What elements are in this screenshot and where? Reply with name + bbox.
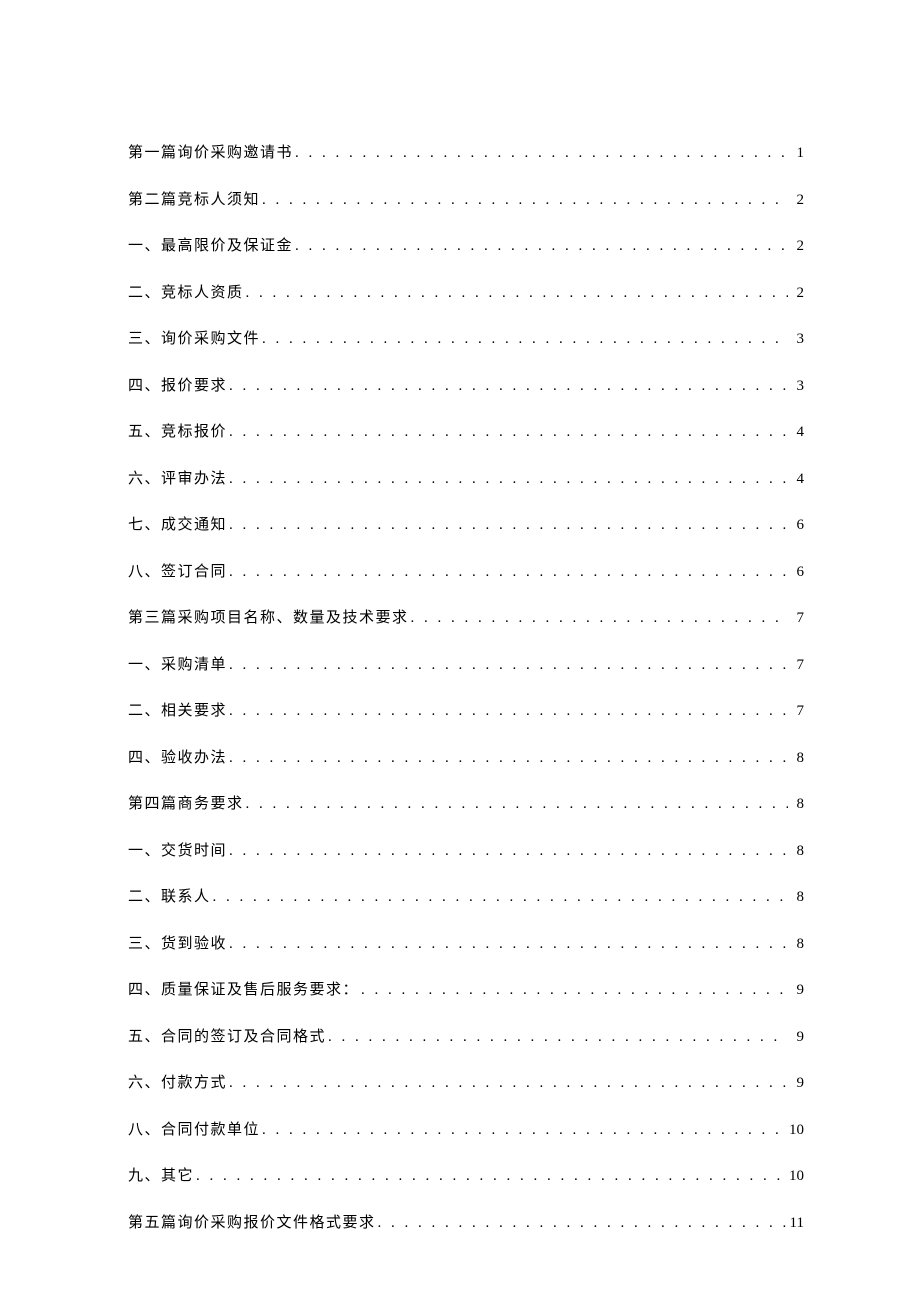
toc-dot-leader xyxy=(376,1216,788,1231)
toc-entry-page: 10 xyxy=(787,1169,804,1184)
toc-dot-leader xyxy=(293,146,788,161)
toc-entry: 二、相关要求 7 xyxy=(128,704,804,719)
toc-dot-leader xyxy=(260,193,788,208)
toc-dot-leader xyxy=(227,565,788,580)
toc-entry-page: 10 xyxy=(787,1123,804,1138)
toc-dot-leader xyxy=(227,472,788,487)
toc-dot-leader xyxy=(409,611,788,626)
toc-entry-label: 一、交货时间 xyxy=(128,844,227,859)
toc-entry-label: 七、成交通知 xyxy=(128,518,227,533)
toc-entry: 一、采购清单 7 xyxy=(128,658,804,673)
table-of-contents: 第一篇询价采购邀请书 1 第二篇竞标人须知 2 一、最高限价及保证金 2 二、竞… xyxy=(128,146,804,1231)
toc-dot-leader xyxy=(260,332,788,347)
toc-entry-page: 4 xyxy=(788,472,804,487)
toc-entry: 第四篇商务要求 8 xyxy=(128,797,804,812)
toc-entry-label: 一、采购清单 xyxy=(128,658,227,673)
toc-entry-page: 11 xyxy=(788,1216,804,1231)
toc-entry-label: 三、货到验收 xyxy=(128,937,227,952)
toc-dot-leader xyxy=(227,518,788,533)
toc-entry-label: 四、报价要求 xyxy=(128,379,227,394)
toc-dot-leader xyxy=(227,425,788,440)
toc-dot-leader xyxy=(293,239,788,254)
toc-entry-page: 2 xyxy=(788,193,804,208)
toc-entry-page: 8 xyxy=(788,844,804,859)
toc-entry: 第五篇询价采购报价文件格式要求 11 xyxy=(128,1216,804,1231)
toc-entry-label: 八、合同付款单位 xyxy=(128,1123,260,1138)
toc-entry: 八、签订合同 6 xyxy=(128,565,804,580)
toc-entry-label: 二、联系人 xyxy=(128,890,211,905)
toc-entry-page: 9 xyxy=(788,983,804,998)
toc-dot-leader xyxy=(211,890,788,905)
toc-entry: 三、询价采购文件 3 xyxy=(128,332,804,347)
toc-entry: 第三篇采购项目名称、数量及技术要求 7 xyxy=(128,611,804,626)
toc-entry: 四、验收办法 8 xyxy=(128,751,804,766)
toc-entry-label: 六、付款方式 xyxy=(128,1076,227,1091)
toc-entry: 第二篇竞标人须知 2 xyxy=(128,193,804,208)
toc-entry-label: 第四篇商务要求 xyxy=(128,797,244,812)
toc-entry-page: 3 xyxy=(788,332,804,347)
toc-dot-leader xyxy=(194,1169,787,1184)
toc-entry-label: 四、质量保证及售后服务要求： xyxy=(128,983,359,998)
toc-entry-label: 四、验收办法 xyxy=(128,751,227,766)
toc-entry: 四、质量保证及售后服务要求： 9 xyxy=(128,983,804,998)
toc-entry: 六、评审办法 4 xyxy=(128,472,804,487)
toc-entry-page: 6 xyxy=(788,518,804,533)
toc-entry-page: 8 xyxy=(788,751,804,766)
toc-dot-leader xyxy=(244,797,788,812)
toc-entry-label: 二、相关要求 xyxy=(128,704,227,719)
toc-entry: 八、合同付款单位 10 xyxy=(128,1123,804,1138)
toc-dot-leader xyxy=(227,937,788,952)
toc-entry-label: 九、其它 xyxy=(128,1169,194,1184)
toc-entry-label: 第三篇采购项目名称、数量及技术要求 xyxy=(128,611,409,626)
toc-entry-page: 8 xyxy=(788,797,804,812)
toc-entry-label: 三、询价采购文件 xyxy=(128,332,260,347)
toc-dot-leader xyxy=(227,379,788,394)
toc-entry: 一、交货时间 8 xyxy=(128,844,804,859)
toc-entry-page: 3 xyxy=(788,379,804,394)
toc-entry: 二、联系人 8 xyxy=(128,890,804,905)
toc-dot-leader xyxy=(227,704,788,719)
toc-dot-leader xyxy=(227,658,788,673)
toc-entry-page: 2 xyxy=(788,239,804,254)
toc-entry: 九、其它 10 xyxy=(128,1169,804,1184)
toc-entry-page: 8 xyxy=(788,890,804,905)
document-page: 第一篇询价采购邀请书 1 第二篇竞标人须知 2 一、最高限价及保证金 2 二、竞… xyxy=(0,0,920,1301)
toc-entry-page: 9 xyxy=(788,1030,804,1045)
toc-dot-leader xyxy=(359,983,788,998)
toc-entry-label: 五、合同的签订及合同格式 xyxy=(128,1030,326,1045)
toc-entry-page: 9 xyxy=(788,1076,804,1091)
toc-dot-leader xyxy=(260,1123,787,1138)
toc-entry: 三、货到验收 8 xyxy=(128,937,804,952)
toc-entry-label: 六、评审办法 xyxy=(128,472,227,487)
toc-entry: 五、合同的签订及合同格式 9 xyxy=(128,1030,804,1045)
toc-dot-leader xyxy=(227,844,788,859)
toc-entry-page: 7 xyxy=(788,611,804,626)
toc-entry-label: 二、竞标人资质 xyxy=(128,286,244,301)
toc-entry: 二、竞标人资质 2 xyxy=(128,286,804,301)
toc-entry: 第一篇询价采购邀请书 1 xyxy=(128,146,804,161)
toc-entry-page: 1 xyxy=(788,146,804,161)
toc-entry: 五、竞标报价 4 xyxy=(128,425,804,440)
toc-dot-leader xyxy=(244,286,788,301)
toc-entry: 七、成交通知 6 xyxy=(128,518,804,533)
toc-entry-label: 第五篇询价采购报价文件格式要求 xyxy=(128,1216,376,1231)
toc-entry-page: 2 xyxy=(788,286,804,301)
toc-dot-leader xyxy=(227,751,788,766)
toc-entry-label: 八、签订合同 xyxy=(128,565,227,580)
toc-entry: 一、最高限价及保证金 2 xyxy=(128,239,804,254)
toc-entry-page: 7 xyxy=(788,704,804,719)
toc-entry-page: 6 xyxy=(788,565,804,580)
toc-entry: 四、报价要求 3 xyxy=(128,379,804,394)
toc-dot-leader xyxy=(227,1076,788,1091)
toc-entry-label: 一、最高限价及保证金 xyxy=(128,239,293,254)
toc-dot-leader xyxy=(326,1030,788,1045)
toc-entry: 六、付款方式 9 xyxy=(128,1076,804,1091)
toc-entry-page: 4 xyxy=(788,425,804,440)
toc-entry-label: 第一篇询价采购邀请书 xyxy=(128,146,293,161)
toc-entry-page: 7 xyxy=(788,658,804,673)
toc-entry-label: 五、竞标报价 xyxy=(128,425,227,440)
toc-entry-page: 8 xyxy=(788,937,804,952)
toc-entry-label: 第二篇竞标人须知 xyxy=(128,193,260,208)
